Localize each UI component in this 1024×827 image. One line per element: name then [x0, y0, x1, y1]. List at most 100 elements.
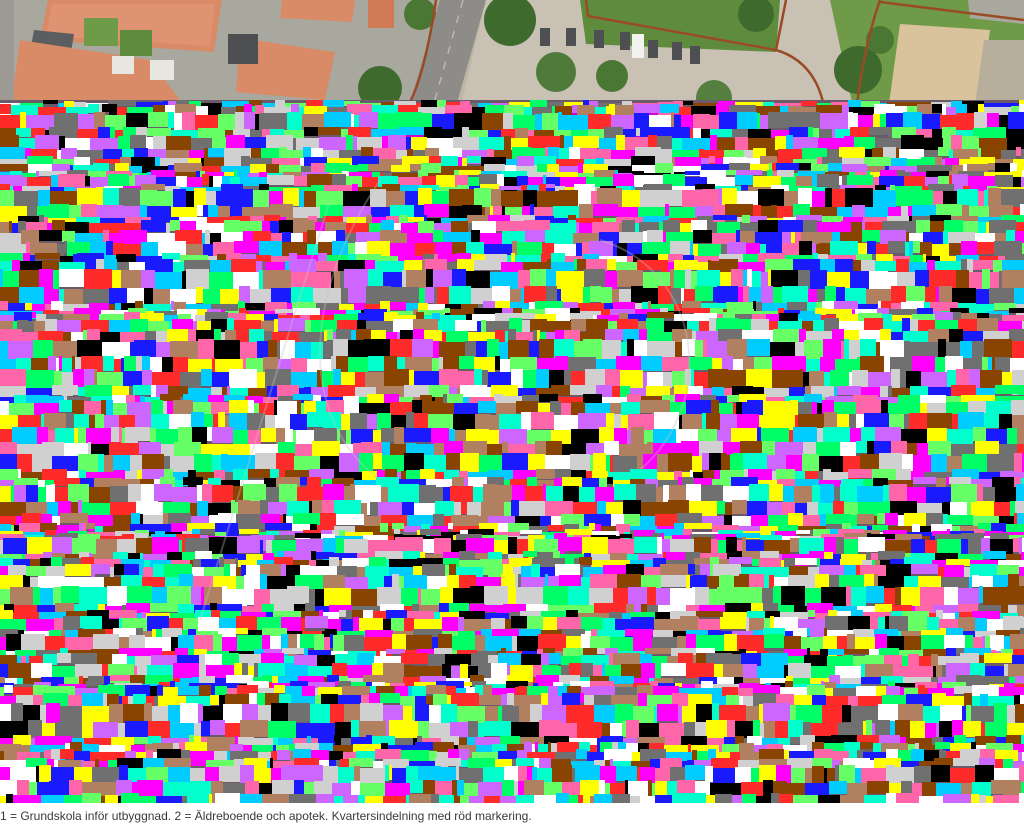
noise-block	[590, 636, 610, 650]
noise-block	[485, 636, 512, 651]
noise-block	[735, 137, 748, 151]
noise-block	[148, 149, 166, 158]
noise-block	[545, 535, 554, 539]
noise-block	[849, 414, 856, 430]
noise-block	[939, 721, 952, 738]
noise-block	[14, 478, 38, 485]
noise-block	[316, 794, 334, 803]
noise-block	[60, 749, 74, 759]
noise-block	[732, 795, 742, 803]
noise-block	[108, 174, 129, 187]
noise-block	[568, 586, 589, 607]
noise-block	[944, 587, 958, 605]
noise-block	[459, 356, 474, 369]
noise-block	[145, 259, 150, 271]
noise-block	[528, 454, 535, 471]
noise-block	[153, 289, 170, 306]
noise-block	[743, 696, 753, 706]
noise-block	[771, 270, 798, 287]
noise-block	[709, 453, 721, 471]
noise-block	[201, 587, 204, 607]
noise-block	[729, 557, 752, 564]
noise-block	[282, 648, 304, 654]
noise-block	[399, 215, 408, 224]
noise-block	[562, 693, 580, 707]
noise-block	[545, 230, 573, 244]
noise-block	[794, 486, 812, 504]
noise-block	[775, 136, 786, 150]
noise-block	[640, 400, 652, 413]
noise-block	[171, 301, 174, 310]
noise-block	[743, 270, 747, 288]
noise-block	[295, 533, 321, 538]
noise-block	[304, 191, 316, 208]
noise-block	[80, 616, 83, 628]
noise-block	[738, 760, 759, 768]
noise-block	[521, 566, 531, 577]
noise-block	[852, 310, 855, 314]
noise-block	[129, 176, 135, 186]
noise-block	[919, 796, 943, 803]
noise-block	[648, 780, 652, 796]
noise-block	[578, 303, 604, 312]
noise-block	[311, 148, 323, 157]
noise-block	[952, 165, 963, 172]
noise-block	[720, 617, 746, 629]
noise-block	[552, 765, 572, 782]
noise-block	[167, 401, 173, 414]
noise-block	[267, 175, 294, 185]
noise-block	[705, 766, 713, 782]
noise-block	[977, 501, 994, 516]
noise-block	[583, 793, 590, 803]
house-roof	[368, 0, 394, 28]
noise-block	[837, 386, 861, 395]
noise-block	[868, 372, 891, 388]
noise-block	[769, 163, 772, 170]
noise-block	[566, 705, 594, 723]
noise-block	[820, 559, 840, 566]
noise-block	[421, 589, 440, 607]
noise-block	[293, 430, 296, 444]
noise-block	[1016, 484, 1024, 503]
noise-block	[534, 156, 556, 165]
noise-block	[713, 205, 725, 223]
noise-block	[62, 231, 75, 242]
noise-block	[713, 215, 737, 220]
noise-block	[511, 616, 527, 628]
noise-block	[334, 500, 361, 514]
noise-block	[13, 559, 30, 566]
noise-block	[58, 174, 85, 187]
noise-block	[296, 430, 314, 446]
noise-block	[977, 242, 994, 254]
noise-block	[671, 112, 674, 129]
noise-block	[470, 586, 484, 603]
noise-block	[201, 369, 212, 386]
noise-block	[627, 430, 631, 446]
noise-block	[949, 243, 961, 255]
noise-block	[26, 566, 46, 576]
noise-block	[1016, 147, 1021, 156]
noise-block	[725, 603, 751, 612]
noise-block	[511, 500, 519, 517]
noise-block	[532, 767, 537, 782]
noise-block	[405, 191, 418, 207]
noise-block	[546, 184, 555, 188]
noise-block	[685, 269, 691, 291]
noise-block	[153, 136, 166, 151]
noise-block	[202, 174, 209, 185]
noise-block	[234, 241, 259, 253]
noise-block	[357, 682, 366, 686]
noise-block	[449, 206, 462, 218]
noise-block	[834, 301, 858, 310]
noise-block	[141, 242, 158, 256]
noise-block	[318, 127, 341, 135]
noise-block	[4, 685, 13, 693]
noise-block	[612, 794, 630, 803]
noise-block	[711, 400, 719, 414]
noise-block	[806, 359, 820, 372]
noise-block	[1015, 704, 1024, 722]
noise-block	[106, 241, 113, 256]
noise-block	[210, 260, 231, 272]
noise-block	[485, 605, 497, 612]
noise-block	[536, 469, 555, 479]
